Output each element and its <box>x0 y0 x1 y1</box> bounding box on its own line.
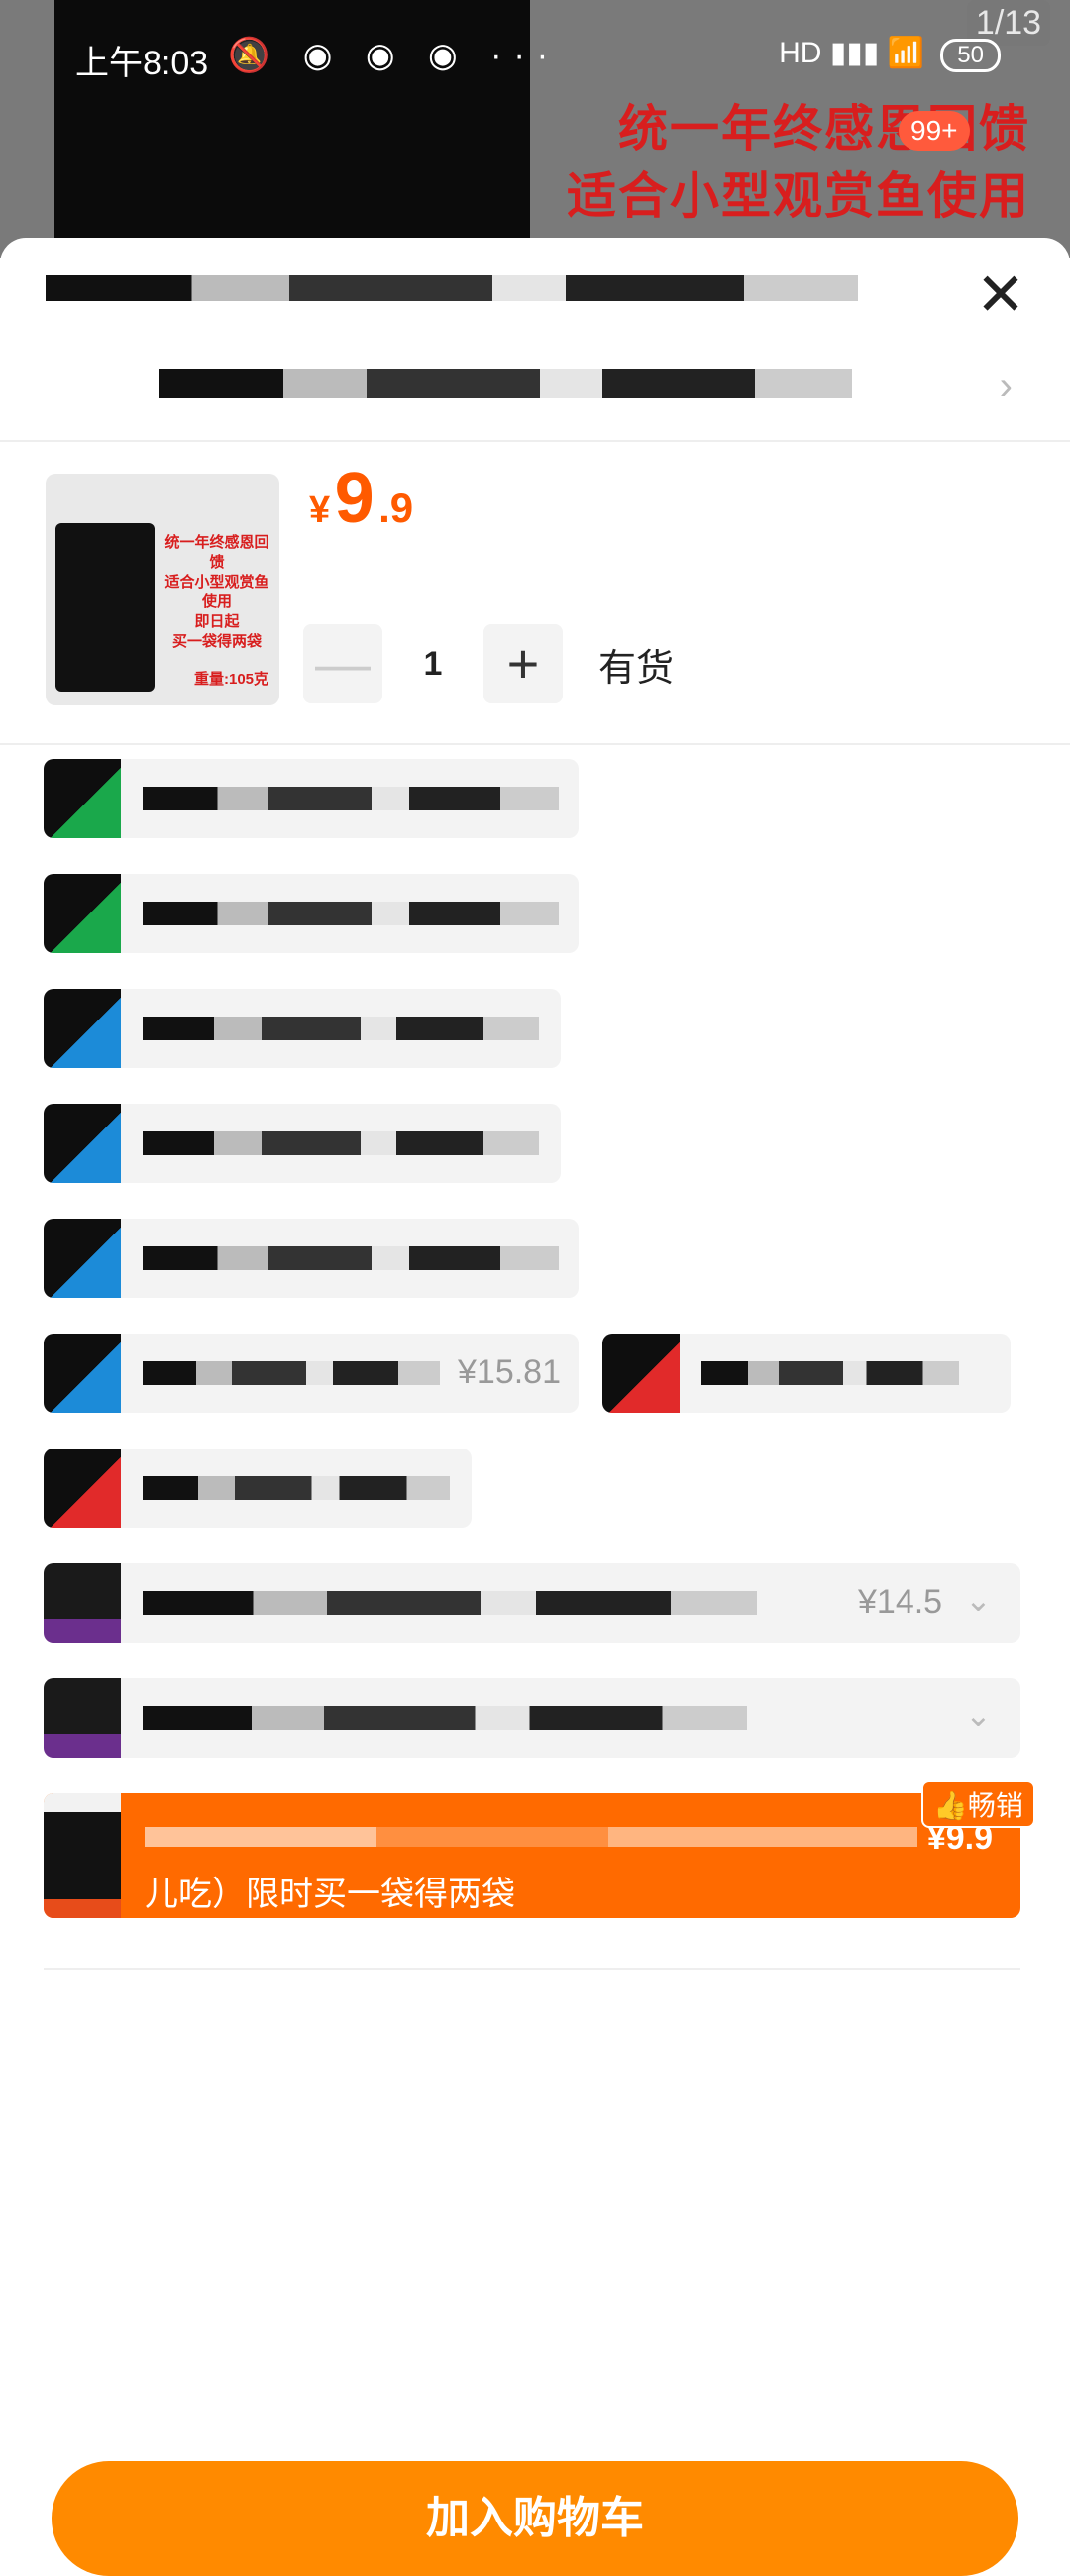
option-thumb <box>44 1678 121 1758</box>
redacted-title-bar <box>46 275 858 301</box>
option-name-redacted <box>143 1246 559 1270</box>
qty-plus-button[interactable]: + <box>483 624 563 703</box>
option-name-redacted <box>143 1131 539 1155</box>
status-time: 上午8:03 <box>75 45 209 82</box>
price-decimal: .9 <box>378 484 414 531</box>
close-icon[interactable]: ✕ <box>971 266 1030 327</box>
chevron-right-icon[interactable]: › <box>1000 365 1013 409</box>
sku-option[interactable] <box>44 759 579 838</box>
option-thumb <box>44 1793 121 1918</box>
option-thumb <box>602 1334 680 1413</box>
redacted-address-bar <box>159 369 852 398</box>
sku-option[interactable] <box>44 1104 561 1183</box>
sku-option[interactable]: ⌄ <box>44 1678 1020 1758</box>
bestseller-badge: 👍畅销 <box>921 1780 1035 1828</box>
option-name-redacted <box>143 1591 757 1615</box>
option-thumb <box>44 874 121 953</box>
option-name-redacted <box>143 787 559 810</box>
qty-value[interactable]: 1 <box>382 645 483 684</box>
price-integer: 9 <box>334 459 374 538</box>
option-name-redacted <box>143 1017 539 1040</box>
option-name-redacted <box>145 1827 917 1847</box>
signal-icon: HD ▮▮▮ 📶 <box>779 37 924 69</box>
price-currency: ¥ <box>309 489 331 531</box>
quantity-stepper: — 1 + 有货 <box>303 624 674 703</box>
thumb-promo-text: 统一年终感恩回馈 适合小型观赏鱼使用 即日起 买一袋得两袋 <box>159 533 275 652</box>
sku-option-selected[interactable]: 儿吃）限时买一袋得两袋 ¥9.9 <box>44 1793 1020 1918</box>
option-name-redacted <box>143 902 559 925</box>
notification-icons: 🔕 ◉ ◉ ◉ ··· <box>228 37 561 74</box>
option-price: ¥14.5 <box>858 1583 943 1621</box>
address-row-redacted[interactable] <box>159 369 872 418</box>
option-thumb <box>44 1104 121 1183</box>
option-name-redacted <box>143 1706 747 1730</box>
divider <box>44 1968 1020 1970</box>
option-name-redacted <box>701 1361 959 1385</box>
promo-line-2: 适合小型观赏鱼使用 <box>567 168 1030 224</box>
sku-option[interactable] <box>44 1219 579 1298</box>
product-thumbnail: 统一年终感恩回馈 适合小型观赏鱼使用 即日起 买一袋得两袋 重量:105克 <box>46 474 279 705</box>
selected-option-label: 儿吃）限时买一袋得两袋 <box>145 1876 515 1913</box>
option-name-redacted <box>143 1476 450 1500</box>
stock-status: 有货 <box>598 647 675 690</box>
battery-icon: 50 <box>940 39 1001 72</box>
thumb-line: 适合小型观赏鱼使用 <box>164 574 269 610</box>
option-thumb <box>44 989 121 1068</box>
option-thumb <box>44 759 121 838</box>
sku-option[interactable]: ¥15.81 <box>44 1334 579 1413</box>
thumb-line: 统一年终感恩回馈 <box>164 534 269 571</box>
sku-option[interactable] <box>44 1449 472 1528</box>
sku-option[interactable] <box>602 1334 1011 1413</box>
qty-minus-button[interactable]: — <box>303 624 382 703</box>
thumb-line: 即日起 <box>194 613 240 630</box>
sheet-title-redacted <box>46 275 917 335</box>
option-thumb <box>44 1563 121 1643</box>
sku-option[interactable] <box>44 989 561 1068</box>
sku-option[interactable]: ¥14.5 ⌄ <box>44 1563 1020 1643</box>
sku-option[interactable] <box>44 874 579 953</box>
divider <box>0 743 1070 745</box>
signal-wifi-icons: HD ▮▮▮ 📶 50 <box>779 36 1001 72</box>
add-to-cart-button[interactable]: 加入购物车 <box>52 2461 1018 2576</box>
option-thumb <box>44 1449 121 1528</box>
option-name-redacted <box>143 1361 440 1385</box>
product-price: ¥ 9 .9 <box>309 458 413 539</box>
sku-selector-sheet: ✕ › 统一年终感恩回馈 适合小型观赏鱼使用 即日起 买一袋得两袋 重量:105… <box>0 238 1070 2576</box>
thumb-weight: 重量:105克 <box>194 671 269 688</box>
option-price: ¥15.81 <box>458 1353 561 1391</box>
chevron-down-icon[interactable]: ⌄ <box>965 1696 992 1734</box>
divider <box>0 440 1070 442</box>
thumb-line: 买一袋得两袋 <box>171 633 262 650</box>
option-thumb <box>44 1334 121 1413</box>
option-thumb <box>44 1219 121 1298</box>
chevron-down-icon[interactable]: ⌄ <box>965 1581 992 1619</box>
status-bar: 上午8:03 🔕 ◉ ◉ ◉ ··· HD ▮▮▮ 📶 50 <box>0 0 1070 119</box>
thumb-package <box>55 523 155 692</box>
